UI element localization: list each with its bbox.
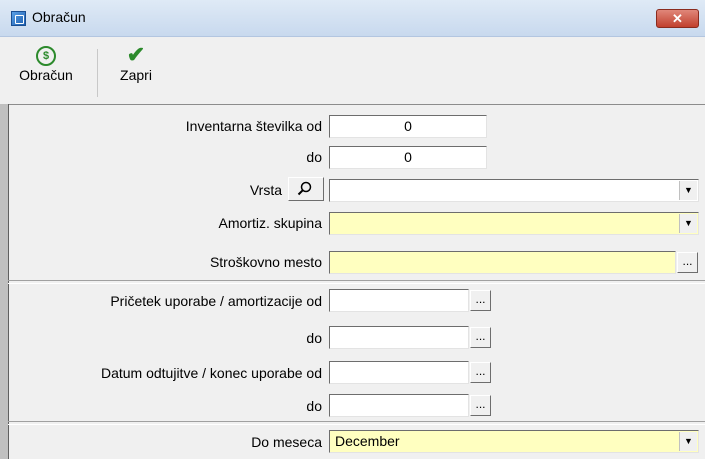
window: Obračun ✕ $ Obračun ✔ Zapri Inventarna š… — [0, 0, 705, 459]
window-title: Obračun — [32, 9, 86, 25]
toolbar-separator — [97, 49, 98, 97]
inv-to-label: do — [306, 149, 322, 165]
inv-from-field[interactable]: 0 — [329, 115, 487, 138]
close-button[interactable]: ✕ — [656, 9, 699, 28]
pricetek-from-date-button[interactable]: ... — [470, 290, 491, 311]
amort-label: Amortiz. skupina — [218, 215, 322, 231]
datum-to-field[interactable] — [329, 394, 469, 417]
vrsta-select[interactable]: ▼ — [329, 179, 699, 202]
datum-from-date-button[interactable]: ... — [470, 362, 491, 383]
toolbar: $ Obračun ✔ Zapri — [0, 37, 705, 105]
obracun-button[interactable]: $ Obračun — [6, 43, 86, 83]
section-divider — [8, 421, 705, 425]
obracun-label: Obračun — [19, 67, 73, 83]
chevron-down-icon[interactable]: ▼ — [679, 181, 697, 200]
vrsta-value — [330, 182, 334, 198]
chevron-down-icon[interactable]: ▼ — [679, 432, 697, 451]
inv-from-label: Inventarna številka od — [185, 118, 322, 134]
inv-to-field[interactable]: 0 — [329, 146, 487, 169]
datum-from-field[interactable] — [329, 361, 469, 384]
strosk-label: Stroškovno mesto — [209, 254, 322, 270]
datum-to-date-button[interactable]: ... — [470, 395, 491, 416]
strosk-browse-button[interactable]: ... — [677, 252, 698, 273]
datum-to-label: do — [306, 398, 322, 414]
datum-from-label: Datum odtujitve / konec uporabe od — [100, 365, 322, 381]
meseca-label: Do meseca — [251, 434, 322, 450]
zapri-label: Zapri — [120, 67, 152, 83]
pricetek-to-date-button[interactable]: ... — [470, 327, 491, 348]
app-icon — [11, 11, 26, 26]
meseca-select[interactable]: December ▼ — [329, 430, 699, 453]
pricetek-to-field[interactable] — [329, 326, 469, 349]
vrsta-search-button[interactable] — [288, 177, 324, 201]
zapri-button[interactable]: ✔ Zapri — [111, 42, 161, 84]
dollar-icon: $ — [36, 46, 56, 66]
meseca-value: December — [335, 433, 400, 449]
checkmark-icon: ✔ — [126, 42, 146, 67]
chevron-down-icon[interactable]: ▼ — [679, 214, 697, 233]
pricetek-from-label: Pričetek uporabe / amortizacije od — [110, 293, 322, 309]
pricetek-to-label: do — [306, 330, 322, 346]
amort-select[interactable]: ▼ — [329, 212, 699, 235]
magnifier-icon — [297, 181, 312, 196]
title-bar: Obračun ✕ — [0, 0, 705, 37]
strosk-field[interactable] — [329, 251, 676, 274]
pricetek-from-field[interactable] — [329, 289, 469, 312]
vrsta-label: Vrsta — [249, 182, 282, 198]
amort-value — [330, 215, 334, 231]
section-divider — [8, 280, 705, 284]
